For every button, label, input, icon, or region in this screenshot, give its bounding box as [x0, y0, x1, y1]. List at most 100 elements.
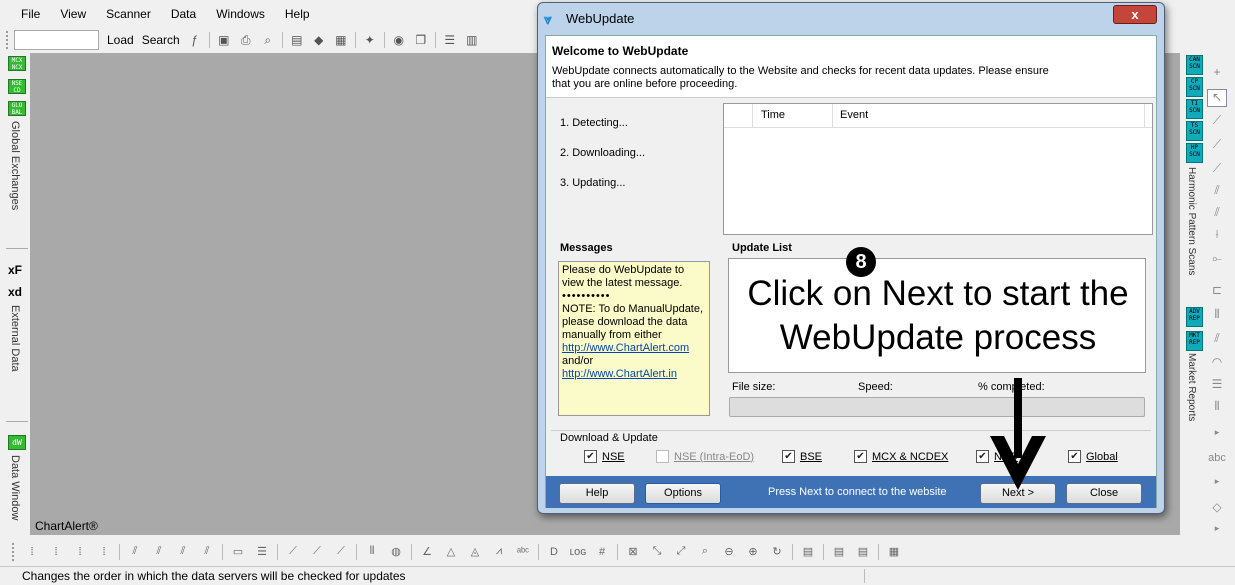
trading-system-scan-button[interactable]: TS SCN — [1186, 121, 1203, 141]
zoom-in-icon[interactable]: ⊕ — [743, 543, 763, 561]
chart-type-icon[interactable]: ▦ — [884, 543, 904, 561]
channel-icon[interactable]: ⫽ — [1207, 183, 1227, 201]
data-window-tab[interactable]: Data Window — [9, 455, 21, 520]
search-button[interactable]: Search — [142, 33, 180, 47]
formula-icon[interactable]: ƒ — [186, 31, 204, 49]
channel2-icon[interactable]: ⫽ — [1207, 205, 1227, 223]
symbol-input[interactable] — [14, 30, 99, 50]
slope3-icon[interactable]: ⟋ — [331, 543, 351, 561]
webupdate-icon[interactable]: ◉ — [390, 31, 408, 49]
advance-report-button[interactable]: ADV REP — [1186, 307, 1203, 327]
chartalert-in-link[interactable]: http://www.ChartAlert.in — [562, 368, 677, 380]
mcx-ncx-button[interactable]: MCX NCX — [8, 56, 26, 71]
zoom-icon[interactable]: ⌕ — [695, 543, 715, 561]
number-format4-icon[interactable]: ⁞ — [94, 543, 114, 561]
copy-icon[interactable]: ❐ — [412, 31, 430, 49]
angle-icon[interactable]: ∠ — [417, 543, 437, 561]
number-format2-icon[interactable]: ⁞ — [46, 543, 66, 561]
harmonic-pattern-scan-button[interactable]: HP SCN — [1186, 143, 1203, 163]
menu-view[interactable]: View — [60, 7, 86, 21]
time-zones-icon[interactable]: ⦀ — [1207, 399, 1227, 417]
dialog-titlebar[interactable]: ⩔ WebUpdate — [538, 3, 1164, 34]
sl-line2-icon[interactable]: ⟋ — [1207, 161, 1227, 179]
column-event[interactable]: Event — [840, 109, 868, 121]
cycle-lines-icon[interactable]: ⦀ — [362, 543, 382, 561]
log-icon[interactable]: ʟᴏɢ — [568, 543, 588, 561]
horizontal-lines-icon[interactable]: ⊏ — [1207, 283, 1227, 301]
menu-file[interactable]: File — [21, 7, 40, 21]
pattern2-icon[interactable]: ◬ — [465, 543, 485, 561]
print-preview-icon[interactable]: ⌕ — [259, 31, 277, 49]
trendline-icon[interactable]: ⟋ — [1207, 113, 1227, 131]
pattern3-icon[interactable]: ⩘ — [489, 543, 509, 561]
fan-lines4-icon[interactable]: ⫽ — [197, 543, 217, 561]
zoom-fit-icon[interactable]: ⊠ — [623, 543, 643, 561]
bse-checkbox[interactable]: ✔ BSE — [782, 450, 822, 463]
global-button[interactable]: GLO BAL — [8, 101, 26, 116]
properties-icon[interactable]: ▤ — [798, 543, 818, 561]
external-data-tab[interactable]: External Data — [9, 305, 21, 372]
horizontal-line-icon[interactable]: ⟜ — [1207, 251, 1227, 269]
pointer-icon[interactable]: ↖ — [1207, 89, 1227, 107]
dw-icon[interactable]: dW — [8, 435, 26, 450]
global-exchanges-tab[interactable]: Global Exchanges — [9, 121, 21, 210]
nse-checkbox[interactable]: ✔ NSE — [584, 450, 625, 463]
save-icon[interactable]: ▣ — [215, 31, 233, 49]
options-button[interactable]: Options — [645, 483, 721, 504]
xd-icon[interactable]: xd — [8, 285, 22, 299]
toolbar-grip[interactable] — [6, 31, 10, 49]
expand-icon[interactable]: ▸ — [1207, 427, 1227, 445]
rectangle-icon[interactable]: ▭ — [228, 543, 248, 561]
print-icon[interactable]: ⎙ — [237, 31, 255, 49]
menu-windows[interactable]: Windows — [216, 7, 265, 21]
candlestick-scan-button[interactable]: CAN SCN — [1186, 55, 1203, 75]
fan-icon[interactable]: ⫽ — [1207, 331, 1227, 349]
event-list[interactable]: Time Event — [723, 103, 1153, 235]
d-icon[interactable]: D — [544, 543, 564, 561]
menu-help[interactable]: Help — [285, 7, 310, 21]
chart-pattern-scan-button[interactable]: CP SCN — [1186, 77, 1203, 97]
column-divider[interactable] — [832, 104, 833, 128]
retracement-icon[interactable]: ☰ — [1207, 377, 1227, 395]
messages-box[interactable]: Please do WebUpdate to view the latest m… — [558, 261, 710, 416]
circle-icon[interactable]: ◍ — [386, 543, 406, 561]
column-divider[interactable] — [752, 104, 753, 128]
data-window-icon[interactable]: ▤ — [288, 31, 306, 49]
text-tool[interactable]: abc — [1207, 452, 1227, 470]
indicator-icon[interactable]: ✦ — [361, 31, 379, 49]
global-checkbox[interactable]: ✔ Global — [1068, 450, 1118, 463]
layout-icon[interactable]: ▦ — [332, 31, 350, 49]
fan-lines-icon[interactable]: ⫽ — [125, 543, 145, 561]
close-button[interactable]: Close — [1066, 483, 1142, 504]
sl-line-icon[interactable]: ⟋ — [1207, 137, 1227, 155]
lines-icon[interactable]: ☰ — [252, 543, 272, 561]
slope-icon[interactable]: ⟋ — [283, 543, 303, 561]
toolbar-grip[interactable] — [12, 542, 16, 561]
fan-lines2-icon[interactable]: ⫽ — [149, 543, 169, 561]
diamond-icon[interactable]: ◆ — [310, 31, 328, 49]
pattern-icon[interactable]: △ — [441, 543, 461, 561]
arc-icon[interactable]: ◠ — [1207, 355, 1227, 373]
menu-scanner[interactable]: Scanner — [106, 7, 151, 21]
list-icon[interactable]: ☰ — [441, 31, 459, 49]
chartalert-com-link[interactable]: http://www.ChartAlert.com — [562, 342, 689, 354]
bars-icon[interactable]: ▥ — [463, 31, 481, 49]
vertical-line-icon[interactable]: ⟊ — [1207, 227, 1227, 245]
xf-icon[interactable]: xF — [8, 263, 22, 277]
number-format3-icon[interactable]: ⁞ — [70, 543, 90, 561]
notes2-icon[interactable]: ▤ — [853, 543, 873, 561]
zoom-area-icon[interactable]: ⤡ — [647, 543, 667, 561]
crosshair-icon[interactable]: + — [1207, 65, 1227, 83]
fan-lines3-icon[interactable]: ⫽ — [173, 543, 193, 561]
grid-icon[interactable]: # — [592, 543, 612, 561]
refresh-icon[interactable]: ↻ — [767, 543, 787, 561]
load-button[interactable]: Load — [107, 33, 134, 47]
help-button[interactable]: Help — [559, 483, 635, 504]
notes-icon[interactable]: ▤ — [829, 543, 849, 561]
shape-icon[interactable]: ◇ — [1207, 500, 1227, 518]
harmonic-pattern-scans-tab[interactable]: Harmonic Pattern Scans — [1186, 167, 1197, 275]
market-report-button[interactable]: MKT REP — [1186, 331, 1203, 351]
market-reports-tab[interactable]: Market Reports — [1186, 353, 1197, 421]
mcx-ncdex-checkbox[interactable]: ✔ MCX & NCDEX — [854, 450, 948, 463]
dialog-close-button[interactable]: x — [1113, 5, 1157, 24]
